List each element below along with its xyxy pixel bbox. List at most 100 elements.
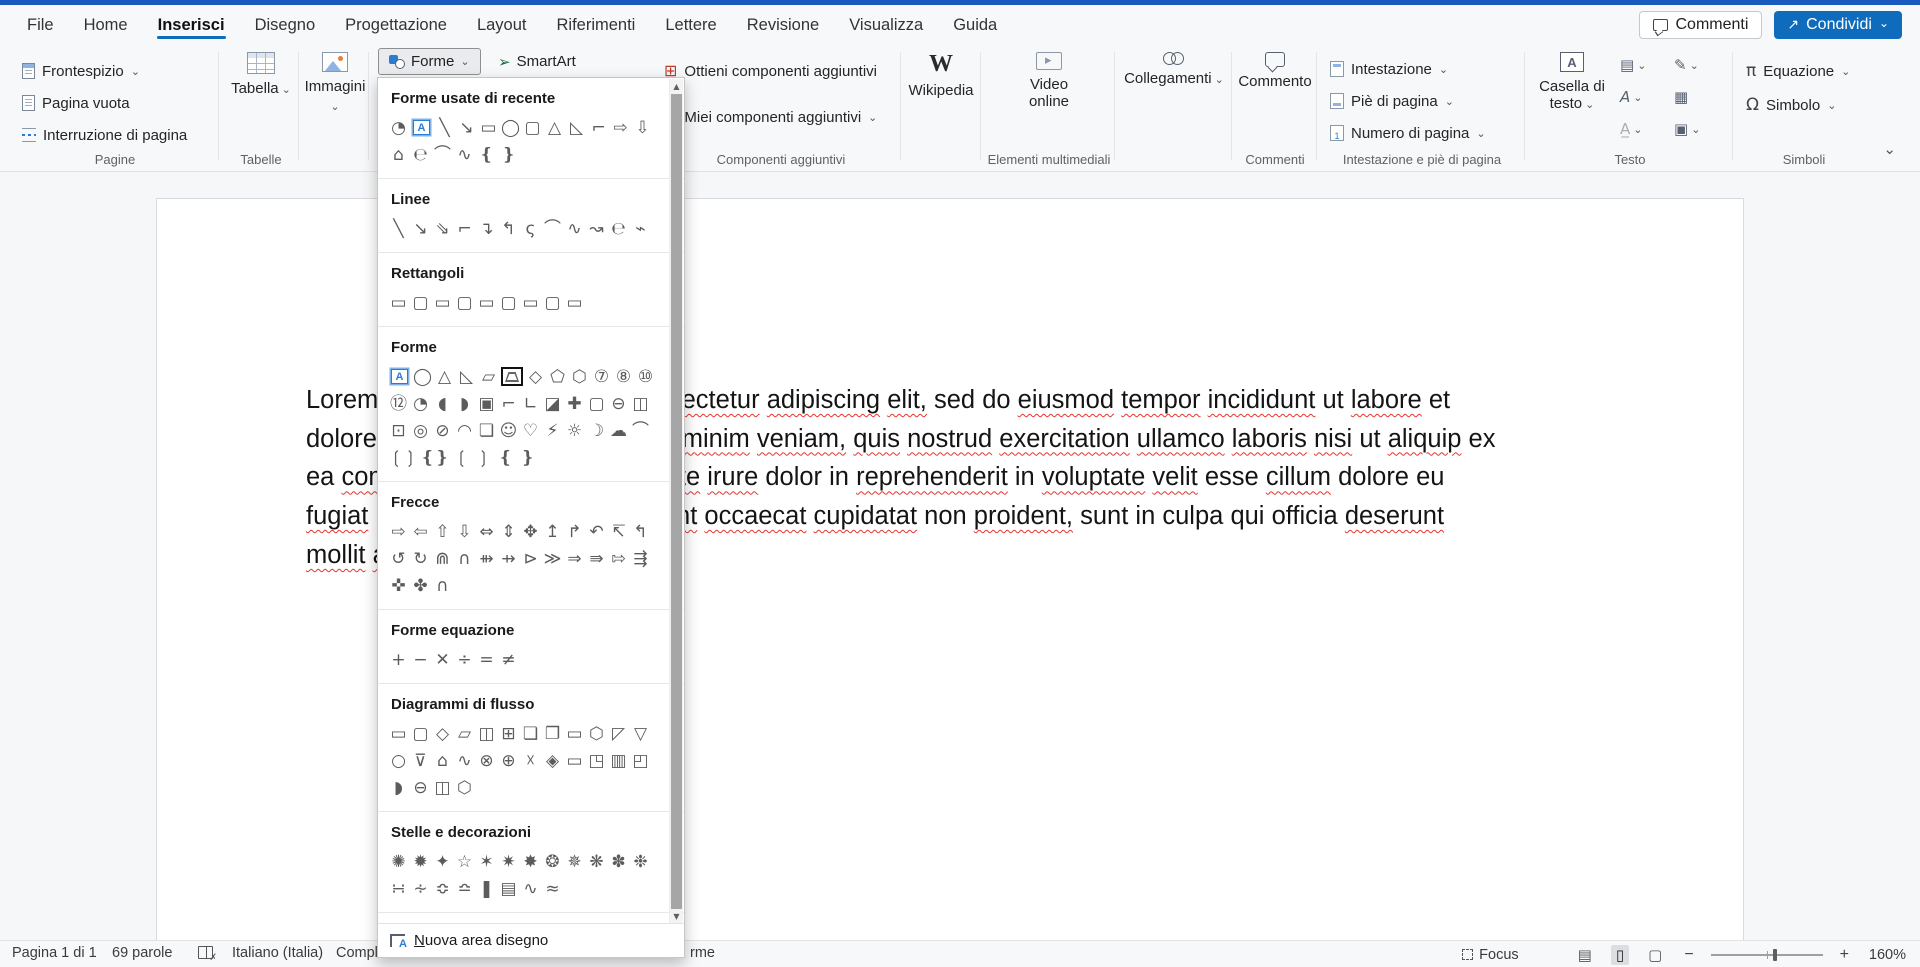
shape-icon[interactable]: ∟ — [521, 393, 540, 415]
shape-icon[interactable]: ❴ — [477, 144, 496, 166]
page-number-button[interactable]: Numero di pagina — [1330, 122, 1486, 144]
shape-icon[interactable]: ✥ — [521, 521, 540, 543]
shape-icon[interactable]: ⇕ — [499, 521, 518, 543]
online-video-button[interactable]: Video online — [1014, 52, 1084, 110]
shape-icon[interactable]: ⊞ — [499, 723, 518, 745]
shape-icon[interactable]: ❂ — [543, 851, 562, 873]
shape-icon[interactable]: ✚ — [565, 393, 584, 415]
shape-icon[interactable]: ◪ — [543, 393, 562, 415]
shape-icon[interactable]: + — [389, 649, 408, 671]
shape-icon[interactable]: ╲ — [435, 117, 454, 139]
shape-icon[interactable]: ℮ — [609, 218, 628, 240]
shape-icon[interactable]: ⇨ — [611, 117, 630, 139]
shape-icon[interactable]: △ — [545, 117, 564, 139]
shape-icon[interactable]: ⇦ — [411, 521, 430, 543]
shape-icon[interactable]: ▢ — [411, 292, 430, 314]
shape-icon[interactable]: ⊖ — [609, 393, 628, 415]
shape-icon[interactable]: ⇩ — [455, 521, 474, 543]
shape-icon[interactable]: ⇰ — [609, 548, 628, 570]
header-button[interactable]: Intestazione — [1330, 58, 1448, 80]
tab-home[interactable]: Home — [71, 9, 141, 41]
shape-icon[interactable]: ✦ — [433, 851, 452, 873]
shape-icon[interactable]: ◺ — [457, 366, 476, 388]
shape-icon[interactable]: ⇸ — [499, 548, 518, 570]
shape-icon[interactable]: ∩ — [433, 575, 452, 597]
tab-revisione[interactable]: Revisione — [734, 9, 832, 41]
new-comment-button[interactable]: Commento — [1234, 52, 1316, 90]
shape-icon[interactable]: ❳ — [474, 447, 493, 469]
shape-icon[interactable]: ☼ — [565, 420, 584, 442]
shape-icon[interactable]: ↝ — [587, 218, 606, 240]
shape-icon[interactable]: ☽ — [587, 420, 606, 442]
shape-icon[interactable]: ▭ — [389, 292, 408, 314]
shape-icon[interactable]: ▭ — [389, 723, 408, 745]
shape-icon[interactable]: ⊖ — [411, 777, 430, 799]
shape-icon[interactable]: ▢ — [543, 292, 562, 314]
date-time-button[interactable]: ▦ — [1674, 88, 1688, 106]
shape-icon[interactable]: ✷ — [499, 851, 518, 873]
shape-icon[interactable]: ∩ — [455, 548, 474, 570]
shape-icon[interactable]: ○ — [389, 750, 408, 772]
shape-icon[interactable]: ◗ — [455, 393, 474, 415]
shape-icon[interactable]: ⌒ — [543, 218, 562, 240]
shape-icon[interactable]: ✤ — [411, 575, 430, 597]
shape-icon[interactable]: ◇ — [526, 366, 545, 388]
comments-button[interactable]: Commenti — [1639, 11, 1762, 39]
shape-icon[interactable]: ◈ — [543, 750, 562, 772]
shape-icon[interactable]: △ — [435, 366, 454, 388]
text-box-button[interactable]: A Casella di testo — [1532, 52, 1612, 114]
shape-icon[interactable]: ⌒ — [433, 144, 452, 166]
page-break-button[interactable]: Interruzione di pagina — [22, 124, 187, 146]
shape-icon[interactable]: ⑩ — [636, 366, 655, 388]
shape-icon[interactable]: ∿ — [455, 144, 474, 166]
shape-icon[interactable]: ≈ — [543, 878, 562, 900]
shape-icon[interactable]: ✕ — [433, 649, 452, 671]
shape-icon[interactable]: ⇛ — [587, 548, 606, 570]
shape-icon[interactable]: ▢ — [411, 723, 430, 745]
shape-icon[interactable]: ⇧ — [433, 521, 452, 543]
shape-icon[interactable]: ≏ — [455, 878, 474, 900]
shape-icon[interactable]: ↺ — [389, 548, 408, 570]
zoom-slider-thumb[interactable] — [1773, 949, 1777, 961]
shape-icon[interactable]: ⌐ — [499, 393, 518, 415]
shape-icon[interactable]: ▭ — [565, 723, 584, 745]
shape-icon[interactable]: ⇻ — [477, 548, 496, 570]
shape-icon[interactable]: ▭ — [565, 292, 584, 314]
zoom-in-button[interactable]: + — [1837, 946, 1852, 964]
scrollbar-up-arrow-icon[interactable]: ▲ — [670, 79, 683, 94]
new-drawing-canvas-item[interactable]: Nuova area disegno — [378, 923, 684, 957]
shape-icon[interactable]: ❲❳ — [389, 447, 418, 469]
shape-icon[interactable]: ☺ — [499, 420, 518, 442]
object-button[interactable]: ▣ — [1674, 120, 1700, 138]
shape-icon[interactable]: ⊽ — [411, 750, 430, 772]
shape-icon[interactable]: ↰ — [631, 521, 650, 543]
shape-icon[interactable]: ≠ — [499, 649, 518, 671]
shape-icon[interactable]: ≎ — [433, 878, 452, 900]
shape-icon[interactable]: ▣ — [477, 393, 496, 415]
shape-icon[interactable]: ⇒ — [565, 548, 584, 570]
read-mode-button[interactable]: ▤ — [1573, 945, 1597, 965]
shape-icon[interactable]: ◎ — [411, 420, 430, 442]
word-count[interactable]: 69 parole — [112, 945, 172, 961]
footer-button[interactable]: Piè di pagina — [1330, 90, 1454, 112]
blank-page-button[interactable]: Pagina vuota — [22, 92, 130, 114]
shape-icon[interactable]: ▭ — [477, 292, 496, 314]
collapse-ribbon-chevron-icon[interactable]: ⌄ — [1883, 140, 1896, 158]
shape-icon[interactable]: ⬡ — [570, 366, 589, 388]
shape-icon[interactable]: ✶ — [477, 851, 496, 873]
shape-icon[interactable]: ❴ — [496, 447, 515, 469]
shape-icon[interactable]: ▭ — [521, 292, 540, 314]
shape-icon[interactable]: ✹ — [411, 851, 430, 873]
shape-icon[interactable]: ☁ — [609, 420, 628, 442]
zoom-level[interactable]: 160% — [1866, 947, 1906, 963]
shape-icon[interactable]: ❵ — [499, 144, 518, 166]
tab-file[interactable]: File — [14, 9, 67, 41]
shape-icon[interactable]: ⑦ — [592, 366, 611, 388]
page-indicator[interactable]: Pagina 1 di 1 — [12, 945, 97, 961]
shape-icon[interactable]: ↘ — [411, 218, 430, 240]
shape-icon[interactable]: ◔ — [389, 117, 408, 139]
shape-icon[interactable]: ❴❵ — [421, 447, 450, 469]
shape-icon[interactable]: ⌁ — [631, 218, 650, 240]
trapezoid-shape-icon-focused[interactable] — [501, 367, 523, 386]
shape-icon[interactable]: ↴ — [477, 218, 496, 240]
